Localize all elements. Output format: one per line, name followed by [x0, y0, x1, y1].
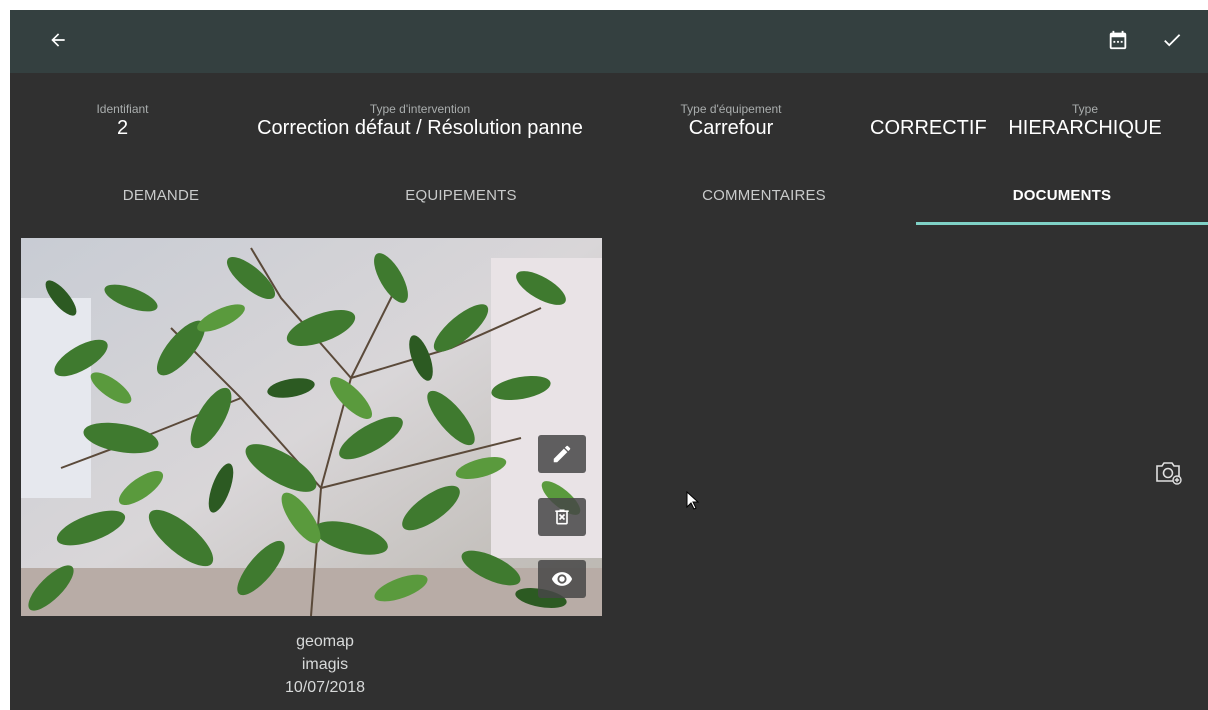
identifiant-label: Identifiant: [96, 102, 149, 116]
validate-button[interactable]: [1152, 20, 1192, 60]
tab-commentaires[interactable]: COMMENTAIRES: [618, 180, 910, 226]
tab-documents[interactable]: DOCUMENTS: [916, 180, 1208, 226]
check-icon: [1164, 34, 1181, 47]
pencil-icon: [553, 445, 571, 463]
type-label: Type: [1071, 102, 1098, 116]
document-organisation: imagis: [301, 656, 349, 673]
type-equipement-field: Type d'équipement Carrefour: [656, 102, 806, 140]
type-field: Type HIERARCHIQUE: [995, 102, 1175, 140]
view-document-button[interactable]: [538, 560, 586, 598]
pointer-icon: [686, 490, 700, 510]
add-photo-button[interactable]: [1148, 456, 1188, 490]
camera-add-icon: [1156, 462, 1182, 485]
type-intervention-field: Type d'intervention Correction défaut / …: [210, 102, 630, 140]
edit-document-button[interactable]: [538, 435, 586, 473]
tab-bar: DEMANDE EQUIPEMENTS COMMENTAIRES DOCUMEN…: [10, 180, 1208, 228]
eye-icon: [551, 572, 573, 586]
app-window: Identifiant 2 Type d'intervention Correc…: [10, 10, 1208, 710]
tab-demande[interactable]: DEMANDE: [15, 180, 307, 226]
back-button[interactable]: [38, 20, 78, 60]
calendar-icon: [1109, 30, 1127, 50]
document-date: 10/07/2018: [284, 679, 366, 696]
plant-photo: [21, 238, 602, 616]
tab-indicator: [916, 222, 1208, 225]
type-intervention-value: Correction défaut / Résolution panne: [257, 117, 583, 139]
arrow-left-icon: [51, 33, 65, 47]
type-equipement-label: Type d'équipement: [680, 102, 782, 116]
delete-icon: [555, 509, 569, 525]
type-intervention-label: Type d'intervention: [369, 102, 471, 116]
identifiant-field: Identifiant 2: [70, 102, 175, 140]
delete-document-button[interactable]: [538, 498, 586, 536]
type-equipement-value: Carrefour: [688, 117, 774, 139]
identifiant-value: 2: [116, 117, 129, 139]
document-photo: [21, 238, 602, 616]
top-app-bar: [10, 10, 1208, 73]
mouse-cursor: [686, 490, 700, 516]
type-value: HIERARCHIQUE: [1008, 117, 1162, 139]
calendar-button[interactable]: [1098, 20, 1138, 60]
document-author: geomap: [296, 633, 354, 650]
classification-value: CORRECTIF: [870, 117, 987, 139]
tab-equipements[interactable]: EQUIPEMENTS: [315, 180, 607, 226]
document-meta: geomap imagis 10/07/2018: [210, 630, 440, 699]
